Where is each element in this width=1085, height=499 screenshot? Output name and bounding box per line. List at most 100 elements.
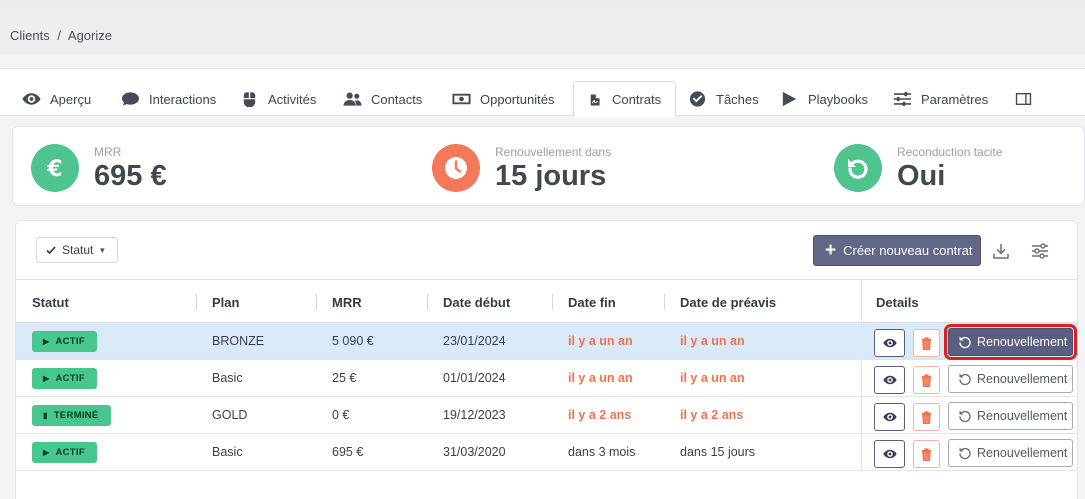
renew-button[interactable]: Renouvellement (944, 324, 1077, 360)
status-text: ACTIF (55, 372, 85, 384)
column-separator (664, 294, 665, 310)
status-text: ACTIF (55, 335, 85, 347)
tab-opportunites[interactable]: Opportunités (452, 81, 554, 117)
check-circle-icon (689, 91, 706, 107)
tab-label: Opportunités (480, 91, 555, 107)
delete-button[interactable] (913, 403, 940, 431)
tab-taches[interactable]: Tâches (688, 81, 759, 117)
euro-icon: € (31, 144, 79, 192)
delete-button[interactable] (913, 366, 940, 394)
svg-text:€: € (46, 157, 62, 181)
download-icon[interactable] (991, 241, 1011, 261)
create-contract-button[interactable]: + Créer nouveau contrat (813, 235, 981, 266)
column-settings-icon[interactable] (1030, 241, 1050, 261)
column-header-date-fin[interactable]: Date fin (568, 295, 616, 310)
kpi-renewal: Renouvellement dans 15 jours (432, 144, 611, 193)
refresh-icon (959, 373, 971, 386)
caret-down-icon: ▼ (98, 245, 107, 255)
column-header-statut[interactable]: Statut (32, 295, 69, 310)
view-button[interactable] (874, 403, 905, 431)
trash-icon (922, 373, 931, 387)
eye-icon (882, 449, 897, 459)
end-date-cell: il y a un an (568, 371, 633, 385)
kpi-value: 15 jours (495, 160, 607, 192)
plus-icon: + (825, 240, 837, 261)
tab-contrats[interactable]: Contrats (573, 81, 677, 118)
tab-label: Tâches (716, 91, 759, 107)
status-badge: ▶ ACTIF (32, 367, 97, 389)
mrr-cell: 695 € (332, 445, 364, 459)
column-header-plan[interactable]: Plan (212, 295, 239, 310)
status-text: ACTIF (55, 446, 85, 458)
sliders-icon (893, 91, 912, 107)
tab-label: Interactions (149, 91, 217, 107)
eye-icon (882, 375, 897, 385)
kpi-label: Reconduction tacite (897, 145, 1003, 159)
tab-parametres[interactable]: Paramètres (893, 81, 988, 117)
notice-date-cell: il y a un an (680, 334, 745, 348)
renew-arrow-icon (834, 144, 882, 192)
breadcrumb: Clients / Agorize (0, 12, 1085, 54)
renew-button[interactable]: Renouvellement (948, 439, 1073, 467)
column-header-date-preavis[interactable]: Date de préavis (680, 295, 776, 310)
bookmark-icon: ▮ (43, 410, 48, 420)
tab-contacts[interactable]: Contacts (343, 81, 422, 117)
tab-playbooks[interactable]: Playbooks (780, 81, 868, 117)
plan-cell: GOLD (212, 408, 248, 422)
refresh-icon (959, 336, 971, 349)
trash-icon (922, 410, 931, 424)
statut-filter-dropdown[interactable]: Statut ▼ (36, 237, 118, 263)
tab-label: Activités (268, 91, 317, 107)
table-row[interactable]: ▶ ACTIF Basic 695 € 31/03/2020 dans 3 moi… (16, 434, 1077, 471)
status-badge: ▮ TERMINÉ (32, 404, 111, 426)
refresh-icon (959, 447, 971, 460)
kpi-label: MRR (94, 145, 122, 159)
end-date-cell: il y a 2 ans (568, 408, 632, 422)
breadcrumb-clients-link[interactable]: Clients (10, 28, 50, 43)
delete-button[interactable] (913, 329, 940, 357)
users-icon (343, 92, 362, 106)
refresh-icon (959, 410, 971, 423)
start-date-cell: 01/01/2024 (443, 371, 506, 385)
table-row[interactable]: ▶ ACTIF BRONZE 5 090 € 23/01/2024 il y a … (16, 323, 1077, 360)
mrr-cell: 5 090 € (332, 334, 374, 348)
mouse-icon (243, 92, 256, 107)
renew-button[interactable]: Renouvellement (948, 402, 1073, 430)
status-badge: ▶ ACTIF (32, 441, 97, 463)
contracts-table-card: Statut ▼ + Créer nouveau contrat Statut … (15, 220, 1078, 499)
view-button[interactable] (874, 366, 905, 394)
view-button[interactable] (874, 440, 905, 468)
tab-label: Playbooks (808, 91, 868, 107)
money-bill-icon (452, 93, 471, 105)
tab-apercu[interactable]: Aperçu (22, 81, 91, 117)
renew-button[interactable]: Renouvellement (948, 365, 1073, 393)
column-separator (427, 294, 428, 310)
table-row[interactable]: ▶ ACTIF Basic 25 € 01/01/2024 il y a un a… (16, 360, 1077, 397)
status-badge: ▶ ACTIF (32, 330, 97, 352)
column-separator (316, 294, 317, 310)
play-icon: ▶ (43, 447, 50, 457)
view-button[interactable] (874, 329, 905, 357)
kpi-tacit-renewal: Reconduction tacite Oui (834, 144, 1002, 193)
column-separator (861, 280, 862, 324)
play-icon (782, 91, 797, 107)
plan-cell: BRONZE (212, 334, 265, 348)
tab-interactions[interactable]: Interactions (121, 81, 216, 117)
sidebar-toggle-button[interactable] (1015, 81, 1041, 117)
breadcrumb-separator: / (57, 28, 61, 43)
table-row[interactable]: ▮ TERMINÉ GOLD 0 € 19/12/2023 il y a 2 an… (16, 397, 1077, 434)
column-header-mrr[interactable]: MRR (332, 295, 362, 310)
tab-label: Paramètres (921, 91, 989, 107)
delete-button[interactable] (913, 440, 940, 468)
renew-label: Renouvellement (977, 335, 1068, 349)
column-separator (552, 294, 553, 310)
status-cell: ▶ ACTIF (32, 360, 97, 396)
status-cell: ▶ ACTIF (32, 434, 97, 470)
tab-label: Contacts (371, 91, 423, 107)
kpi-mrr: € MRR 695 € (31, 144, 167, 193)
tab-activites[interactable]: Activités (240, 81, 316, 117)
end-date-cell: il y a un an (568, 334, 633, 348)
column-header-date-debut[interactable]: Date début (443, 295, 510, 310)
clock-icon (432, 144, 480, 192)
notice-date-cell: dans 15 jours (680, 445, 756, 459)
